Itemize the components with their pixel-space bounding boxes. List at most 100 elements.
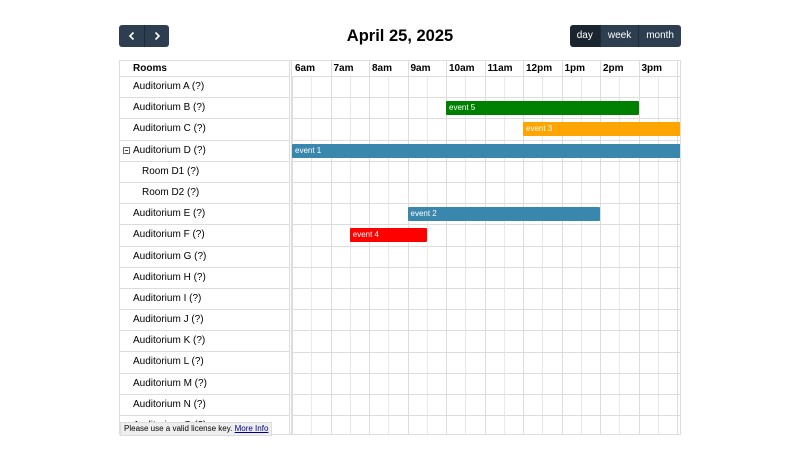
- resource-row: Auditorium H (?): [120, 268, 289, 289]
- grid-slot-line: [330, 77, 332, 434]
- week-view-button[interactable]: week: [599, 25, 639, 47]
- day-view-button[interactable]: day: [569, 25, 600, 47]
- time-slot-label: 11am: [487, 63, 513, 74]
- resource-timeline: Rooms Auditorium A (?) Auditorium B (?) Au…: [119, 60, 681, 435]
- time-slot-label: 1pm: [564, 63, 586, 74]
- grid-slot-line: [446, 77, 447, 434]
- resource-row: Auditorium J (?): [120, 310, 289, 332]
- time-grid[interactable]: event 5 event 3 event 1 event 2 event 4: [292, 77, 680, 434]
- time-grid-area: 6am7am8am9am10am11am12pm1pm2pm3pm4pm eve…: [292, 61, 680, 434]
- hour-divider: [407, 61, 409, 76]
- hour-divider: [561, 61, 563, 76]
- hour-divider: [330, 61, 332, 76]
- resource-row: Auditorium G (?): [120, 247, 289, 268]
- resource-label: Auditorium C (?): [133, 123, 206, 135]
- time-slot-label: 2pm: [603, 63, 624, 74]
- resource-rows: Auditorium A (?) Auditorium B (?) Auditori…: [120, 77, 289, 434]
- hour-divider: [369, 61, 370, 76]
- resource-label: Room D2 (?): [142, 186, 200, 198]
- grid-row-line: [292, 97, 680, 99]
- calendar-event[interactable]: event 5: [446, 101, 639, 116]
- grid-slot-line: [369, 77, 370, 434]
- resource-label: Auditorium I (?): [133, 292, 202, 304]
- grid-row-line: [292, 330, 680, 332]
- time-slot-label: 10am: [449, 63, 475, 74]
- grid-slot-line: [349, 77, 351, 434]
- resource-row: Auditorium F (?): [120, 225, 289, 247]
- resource-label: Auditorium G (?): [133, 250, 207, 262]
- chevron-left-icon: [128, 31, 134, 41]
- grid-row-line: [292, 203, 680, 205]
- grid-slot-line: [407, 77, 409, 434]
- grid-row-line: [292, 415, 680, 417]
- resource-label: Auditorium F (?): [133, 229, 205, 241]
- resource-label: Auditorium B (?): [133, 102, 206, 114]
- grid-slot-line: [426, 77, 428, 434]
- resource-row: Auditorium L (?): [120, 352, 289, 374]
- resource-label: Auditorium D (?): [133, 144, 206, 156]
- grid-row-line: [292, 118, 680, 120]
- calendar-event[interactable]: event 3: [523, 122, 680, 137]
- resource-row: Auditorium D (?): [120, 141, 289, 162]
- hour-divider: [484, 61, 486, 76]
- grid-slot-line: [503, 77, 505, 434]
- resource-label: Auditorium H (?): [133, 271, 206, 283]
- view-button-group: day week month: [569, 25, 681, 47]
- time-slot-label: 8am: [372, 63, 393, 74]
- hour-divider: [523, 61, 524, 76]
- grid-row-line: [292, 372, 680, 374]
- resource-row: Auditorium E (?): [120, 204, 289, 226]
- calendar-event[interactable]: event 2: [407, 207, 600, 222]
- grid-row-line: [292, 288, 680, 289]
- hour-divider: [446, 61, 447, 76]
- resource-row: Room D2 (?): [120, 183, 289, 205]
- license-text: Please use a valid license key.: [124, 424, 233, 433]
- collapse-toggle-icon[interactable]: [123, 146, 130, 154]
- month-view-button[interactable]: month: [638, 25, 681, 47]
- time-slot-label: 9am: [410, 63, 431, 74]
- time-slot-label: 6am: [295, 63, 316, 74]
- resource-list: Rooms Auditorium A (?) Auditorium B (?) Au…: [120, 61, 292, 434]
- hour-divider: [677, 61, 678, 76]
- calendar-toolbar: April 25, 2025 day week month: [119, 25, 681, 47]
- resource-row: Auditorium B (?): [120, 98, 289, 120]
- time-header: 6am7am8am9am10am11am12pm1pm2pm3pm4pm: [292, 61, 680, 77]
- next-button[interactable]: [144, 25, 169, 47]
- hour-divider: [600, 61, 601, 76]
- grid-slot-line: [292, 77, 293, 434]
- grid-slot-line: [311, 77, 313, 434]
- resource-row: Auditorium A (?): [120, 77, 289, 99]
- time-slot-label: 3pm: [641, 63, 663, 74]
- grid-row-line: [292, 351, 680, 353]
- resource-label: Auditorium E (?): [133, 208, 206, 220]
- grid-row-line: [292, 139, 680, 141]
- license-notice: Please use a valid license key. More Inf…: [120, 422, 273, 436]
- resource-label: Auditorium N (?): [133, 398, 206, 410]
- resource-row: Room D1 (?): [120, 162, 289, 183]
- calendar-event[interactable]: event 1: [292, 143, 680, 158]
- prev-button[interactable]: [119, 25, 144, 47]
- grid-slot-line: [388, 77, 390, 434]
- grid-row-line: [292, 266, 680, 268]
- resources-header: Rooms: [120, 61, 289, 77]
- chevron-right-icon: [154, 31, 161, 41]
- hour-divider: [638, 61, 640, 76]
- resource-label: Room D1 (?): [142, 165, 200, 177]
- grid-row-line: [292, 224, 680, 226]
- grid-row-line: [292, 182, 680, 183]
- resource-row: Auditorium C (?): [120, 119, 289, 141]
- grid-row-line: [292, 394, 680, 395]
- more-info-link[interactable]: More Info: [235, 424, 269, 433]
- resource-row: Auditorium I (?): [120, 289, 289, 311]
- resource-label: Auditorium J (?): [133, 314, 204, 326]
- calendar-event[interactable]: event 4: [349, 228, 427, 243]
- grid-slot-line: [484, 77, 486, 434]
- grid-row-line: [292, 160, 680, 162]
- resource-label: Auditorium M (?): [133, 377, 207, 389]
- resource-label: Auditorium K (?): [133, 335, 206, 347]
- time-slot-label: 7am: [333, 63, 354, 74]
- resource-label: Auditorium A (?): [133, 81, 205, 92]
- grid-row-line: [292, 309, 680, 311]
- grid-slot-line: [465, 77, 467, 434]
- time-slot-label: 12pm: [526, 63, 553, 74]
